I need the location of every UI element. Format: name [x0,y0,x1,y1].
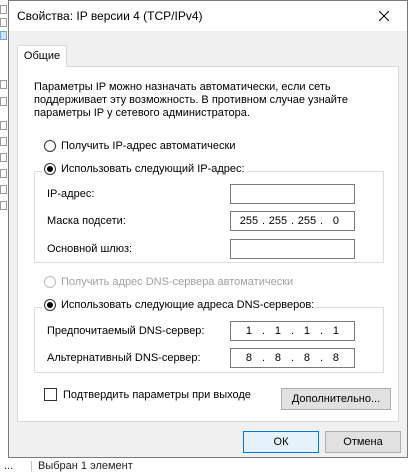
subnet-label: Маска подсети: [47,215,126,227]
background-checkbox [0,121,7,130]
background-checkbox [0,5,7,14]
alternate-dns-field[interactable]: 8. 8. 8. 8 [230,348,355,368]
dns-manual-option[interactable]: Использовать следующие адреса DNS-сервер… [42,299,317,311]
dns-auto-option[interactable]: Получить адрес DNS-сервера автоматически [44,276,293,288]
close-button[interactable] [361,1,407,31]
status-selection-text: Выбран 1 элемент [38,460,133,472]
ip-manual-option[interactable]: Использовать следующий IP-адрес: [42,163,247,175]
description-text: Параметры IP можно назначать автоматичес… [34,81,348,119]
background-explorer-edge [0,0,8,474]
status-item-count: ... [4,460,14,472]
alternate-dns-label: Альтернативный DNS-сервер: [47,352,201,364]
background-checkbox [0,97,7,106]
close-icon [379,11,389,21]
validate-option[interactable]: Подтвердить параметры при выходе [44,388,251,401]
general-tab-panel: Параметры IP можно назначать автоматичес… [17,66,399,422]
ip-address-group: IP-адрес: Маска подсети: 255. 255. 255. … [34,171,384,263]
ip-manual-label: Использовать следующий IP-адрес: [61,163,245,175]
validate-label: Подтвердить параметры при выходе [63,388,251,401]
dns-auto-label: Получить адрес DNS-сервера автоматически [61,276,294,288]
background-checkbox [0,169,7,178]
alternate-dns-octet-1: 8 [245,352,253,364]
preferred-dns-field[interactable]: 1. 1. 1. 1 [230,321,355,341]
dns-auto-radio[interactable] [44,276,56,288]
subnet-octet-3: 255 [297,215,317,227]
alternate-dns-octet-3: 8 [303,352,311,364]
preferred-dns-label: Предпочитаемый DNS-сервер: [47,325,205,337]
background-checkbox [0,153,7,162]
subnet-octet-1: 255 [239,215,259,227]
ip-auto-label: Получить IP-адрес автоматически [61,140,236,152]
ip-auto-radio[interactable] [44,140,56,152]
ip-address-field[interactable] [230,184,355,204]
preferred-dns-octet-2: 1 [274,325,282,337]
gateway-label: Основной шлюз: [47,243,133,255]
preferred-dns-octet-1: 1 [245,325,253,337]
background-checkbox [0,185,7,194]
ip-auto-option[interactable]: Получить IP-адрес автоматически [44,140,235,152]
alternate-dns-octet-4: 8 [332,352,340,364]
preferred-dns-octet-3: 1 [303,325,311,337]
dns-manual-radio[interactable] [44,299,56,311]
ipv4-properties-dialog: Свойства: IP версии 4 (TCP/IPv4) Общие П… [8,0,408,458]
background-checkbox [0,137,7,146]
background-status-bar: ... | Выбран 1 элемент [0,458,412,474]
preferred-dns-octet-4: 1 [332,325,340,337]
subnet-field[interactable]: 255. 255. 255. 0 [230,211,355,231]
ip-manual-radio[interactable] [44,163,56,175]
gateway-field[interactable] [230,239,355,259]
background-checkbox [0,18,7,27]
ip-address-label: IP-адрес: [47,188,95,200]
subnet-octet-2: 255 [268,215,288,227]
background-selected-row [0,31,7,40]
cancel-button[interactable]: Отмена [325,431,401,453]
advanced-button[interactable]: Дополнительно... [281,388,391,410]
dns-server-group: Предпочитаемый DNS-сервер: 1. 1. 1. 1 Ал… [34,307,384,373]
dialog-title: Свойства: IP версии 4 (TCP/IPv4) [17,9,203,23]
validate-checkbox[interactable] [44,388,57,401]
subnet-octet-4: 0 [332,215,340,227]
ok-button[interactable]: ОК [243,431,319,453]
alternate-dns-octet-2: 8 [274,352,282,364]
tab-general[interactable]: Общие [17,45,67,67]
dns-manual-label: Использовать следующие адреса DNS-сервер… [61,299,315,311]
background-checkbox [0,201,7,210]
status-separator: | [30,460,33,472]
title-bar: Свойства: IP версии 4 (TCP/IPv4) [9,1,407,31]
background-checkbox [0,80,7,89]
